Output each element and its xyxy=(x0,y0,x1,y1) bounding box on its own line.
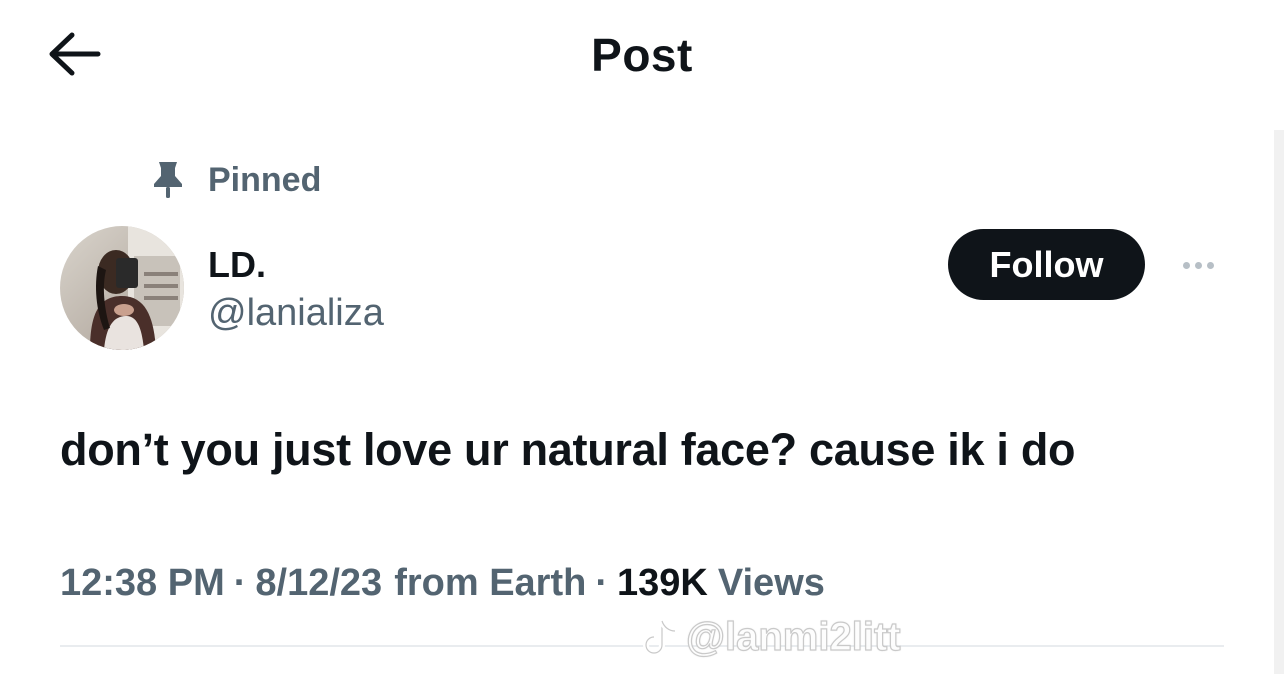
pinned-indicator: Pinned xyxy=(150,158,321,202)
avatar[interactable] xyxy=(60,226,184,350)
avatar-image xyxy=(60,226,184,350)
author-handle[interactable]: @lanializa xyxy=(208,292,384,335)
author-name[interactable]: LD. xyxy=(208,244,266,286)
more-options-button[interactable] xyxy=(1168,248,1228,282)
more-horizontal-icon-dot xyxy=(1194,261,1202,269)
views-count: 139K xyxy=(617,562,708,604)
more-horizontal-icon xyxy=(1182,261,1190,269)
pin-icon xyxy=(154,162,182,198)
meta-separator: · xyxy=(595,562,608,604)
watermark: @lanmi2litt xyxy=(640,612,901,662)
post-text: don’t you just love ur natural face? cau… xyxy=(60,424,1076,475)
post-time[interactable]: 12:38 PM xyxy=(60,562,225,605)
scrollbar-track[interactable] xyxy=(1274,130,1284,674)
meta-separator: · xyxy=(233,562,247,604)
post-meta: 12:38 PM · 8/12/23 from Earth · 139K Vie… xyxy=(60,562,825,605)
follow-button[interactable]: Follow xyxy=(948,229,1145,300)
post-detail-screen: Post Pinned LD. @lanializa Follow don’t … xyxy=(0,0,1284,674)
tiktok-icon xyxy=(643,616,678,656)
more-horizontal-icon-dot xyxy=(1206,261,1214,269)
page-title: Post xyxy=(591,29,693,81)
views-label: Views xyxy=(717,562,825,604)
watermark-text: @lanmi2litt xyxy=(685,614,901,659)
post-date[interactable]: 8/12/23 xyxy=(255,562,382,605)
pinned-label: Pinned xyxy=(208,160,322,199)
post-source: from Earth xyxy=(394,562,587,604)
